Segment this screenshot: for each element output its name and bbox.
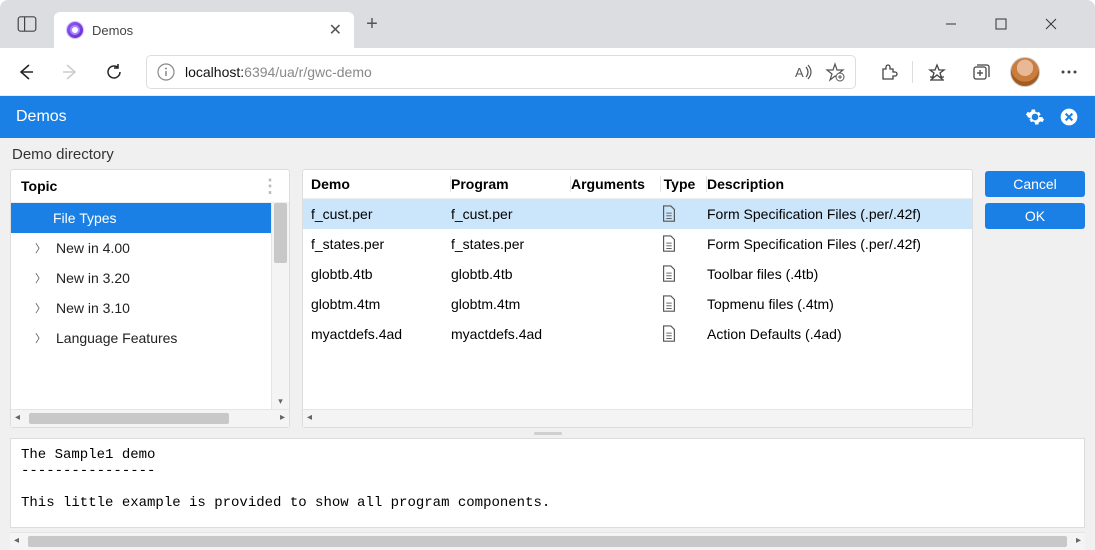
tree-item-new-310[interactable]: 〉 New in 3.10 [11, 293, 271, 323]
window-minimize-button[interactable] [945, 18, 995, 30]
table-row[interactable]: f_states.per f_states.per Form Specifica… [303, 229, 972, 259]
chevron-right-icon: 〉 [35, 330, 46, 346]
site-info-icon[interactable] [157, 63, 175, 81]
output-panel: The Sample1 demo ---------------- This l… [10, 438, 1085, 528]
tab-close-icon[interactable]: ✕ [329, 20, 342, 40]
favorite-icon[interactable] [825, 62, 845, 82]
window-close-button[interactable] [1045, 18, 1095, 30]
cancel-button[interactable]: Cancel [985, 171, 1085, 197]
browser-toolbar: localhost:6394/ua/r/gwc-demo A [0, 48, 1095, 96]
grid-header: Demo Program Arguments Type Description [303, 170, 972, 199]
table-row[interactable]: myactdefs.4ad myactdefs.4ad Action Defau… [303, 319, 972, 349]
chevron-right-icon: 〉 [35, 270, 46, 286]
address-bar[interactable]: localhost:6394/ua/r/gwc-demo A [146, 55, 856, 89]
collections-icon[interactable] [961, 52, 1001, 92]
col-header-description[interactable]: Description [707, 176, 964, 192]
tree-item-file-types[interactable]: File Types [11, 203, 271, 233]
read-aloud-icon[interactable]: A [795, 63, 815, 81]
col-header-program[interactable]: Program [451, 176, 571, 192]
chevron-right-icon: 〉 [35, 240, 46, 256]
forward-button[interactable] [50, 52, 90, 92]
document-icon [661, 325, 707, 343]
app-title: Demos [16, 108, 67, 126]
topic-panel: Topic ⋮ File Types 〉 New in 4.00 〉 New i… [10, 169, 290, 428]
topic-tree[interactable]: File Types 〉 New in 4.00 〉 New in 3.20 〉… [11, 203, 271, 409]
tab-title: Demos [92, 23, 321, 38]
chevron-right-icon: 〉 [35, 300, 46, 316]
app-body: Demo directory Topic ⋮ File Types 〉 New … [0, 138, 1095, 550]
svg-text:A: A [795, 65, 804, 80]
grid-horizontal-scrollbar[interactable]: ◂ [303, 409, 972, 427]
document-icon [661, 265, 707, 283]
tree-item-new-320[interactable]: 〉 New in 3.20 [11, 263, 271, 293]
table-row[interactable]: f_cust.per f_cust.per Form Specification… [303, 199, 972, 229]
document-icon [661, 295, 707, 313]
table-row[interactable]: globtb.4tb globtb.4tb Toolbar files (.4t… [303, 259, 972, 289]
tab-actions-button[interactable] [0, 16, 54, 32]
more-menu-icon[interactable] [1049, 52, 1089, 92]
ok-button[interactable]: OK [985, 203, 1085, 229]
topic-header-label: Topic [21, 178, 57, 194]
tree-horizontal-scrollbar[interactable]: ◂ ▸ [11, 409, 289, 427]
back-button[interactable] [6, 52, 46, 92]
document-icon [661, 205, 707, 223]
tree-item-language-features[interactable]: 〉 Language Features [11, 323, 271, 353]
profile-avatar[interactable] [1005, 52, 1045, 92]
table-row[interactable]: globtm.4tm globtm.4tm Topmenu files (.4t… [303, 289, 972, 319]
favorites-icon[interactable] [917, 52, 957, 92]
document-icon [661, 235, 707, 253]
tree-vertical-scrollbar[interactable]: ▾ [271, 203, 289, 409]
extensions-icon[interactable] [868, 52, 908, 92]
settings-icon[interactable] [1025, 107, 1045, 127]
browser-titlebar: Demos ✕ + [0, 0, 1095, 48]
panel-resizer[interactable] [0, 428, 1095, 438]
app-close-icon[interactable] [1059, 107, 1079, 127]
page-subtitle: Demo directory [0, 138, 1095, 169]
new-tab-button[interactable]: + [354, 13, 390, 36]
tree-item-new-400[interactable]: 〉 New in 4.00 [11, 233, 271, 263]
output-horizontal-scrollbar[interactable]: ◂ ▸ [10, 532, 1085, 550]
grid-rows: f_cust.per f_cust.per Form Specification… [303, 199, 972, 409]
topic-menu-icon[interactable]: ⋮ [261, 181, 279, 191]
col-header-type[interactable]: Type [661, 176, 707, 192]
browser-tab[interactable]: Demos ✕ [54, 12, 354, 48]
favicon-icon [66, 21, 84, 39]
grid-panel: Demo Program Arguments Type Description … [302, 169, 973, 428]
url-text: localhost:6394/ua/r/gwc-demo [185, 64, 372, 80]
refresh-button[interactable] [94, 52, 134, 92]
col-header-arguments[interactable]: Arguments [571, 176, 661, 192]
action-buttons: Cancel OK [985, 169, 1085, 428]
window-maximize-button[interactable] [995, 18, 1045, 30]
col-header-demo[interactable]: Demo [311, 176, 451, 192]
app-header: Demos [0, 96, 1095, 138]
